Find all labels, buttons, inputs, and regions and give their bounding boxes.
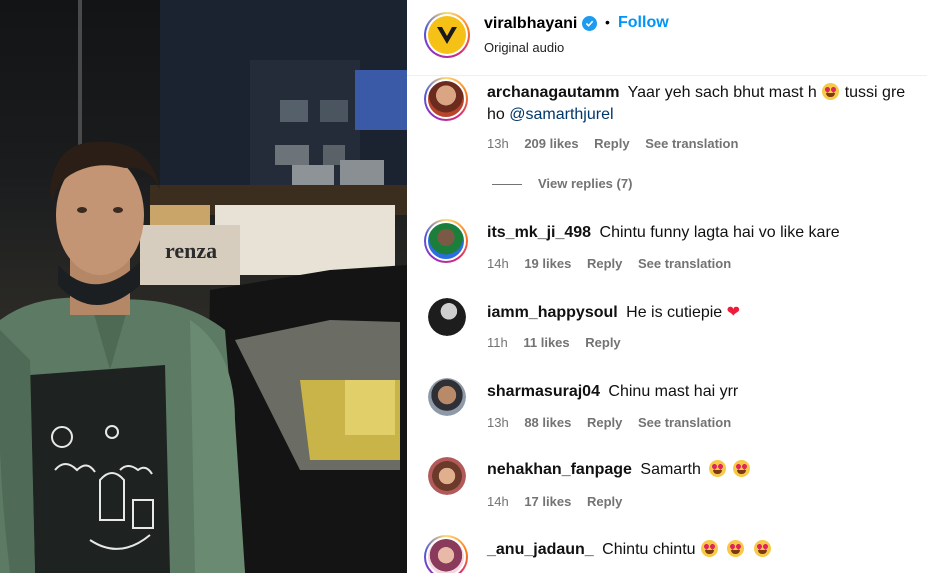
commenter-avatar[interactable] [428,457,466,495]
reply-button[interactable]: Reply [585,335,620,350]
comment-text: Samarth [640,461,701,478]
comment-text: He is cutiepie [626,304,723,321]
see-translation-button[interactable]: See translation [638,256,731,271]
comment-username[interactable]: archanagautamm [487,84,620,101]
reel-video[interactable]: renza [0,0,407,573]
commenter-avatar[interactable] [424,77,468,121]
comment-text: Yaar yeh sach bhut mast h [627,84,817,101]
reply-button[interactable]: Reply [587,494,622,509]
see-translation-button[interactable]: See translation [645,136,738,151]
comment-username[interactable]: its_mk_ji_498 [487,224,591,241]
comment-text: Chintu funny lagta hai vo like kare [599,224,840,241]
comment-username[interactable]: nehakhan_fanpage [487,461,632,478]
comment-text: Chinu mast hai yrr [608,383,739,400]
comment-username[interactable]: iamm_happysoul [487,304,618,321]
audio-label[interactable]: Original audio [484,40,564,55]
comment-time: 14h [487,494,509,509]
heart-eyes-emoji-icon [701,540,718,557]
comment-text: Chintu chintu [602,541,696,558]
comment-likes[interactable]: 11 likes [523,335,569,350]
comment-text-line2: ho [487,106,505,123]
verified-badge-icon [582,16,597,31]
reply-button[interactable]: Reply [594,136,629,151]
post-header: viralbhayani • Follow Original audio [407,0,927,76]
comment-time: 11h [487,335,508,350]
reply-button[interactable]: Reply [587,256,622,271]
comment-likes[interactable]: 19 likes [524,256,571,271]
comment-username[interactable]: _anu_jadaun_ [487,541,594,558]
heart-eyes-emoji-icon [753,540,771,557]
commenter-avatar[interactable] [424,219,468,263]
view-replies-button[interactable]: View replies (7) [492,176,632,191]
viral-logo-icon [437,27,457,44]
heart-eyes-emoji-icon [709,460,727,477]
comment-time: 14h [487,256,509,271]
comment-time: 13h [487,415,509,430]
reply-button[interactable]: Reply [587,415,622,430]
see-translation-button[interactable]: See translation [638,415,731,430]
heart-eyes-emoji-icon [822,83,840,100]
comment-likes[interactable]: 88 likes [524,415,571,430]
follow-button[interactable]: Follow [618,14,669,32]
separator-dot: • [605,14,610,30]
commenter-avatar[interactable] [428,378,466,416]
heart-eyes-emoji-icon [727,540,745,557]
comment-username[interactable]: sharmasuraj04 [487,383,600,400]
commenter-avatar[interactable] [424,535,468,573]
comment-likes[interactable]: 17 likes [524,494,571,509]
comment-time: 13h [487,136,509,151]
red-heart-icon: ❤ [726,304,741,321]
heart-eyes-emoji-icon [732,460,750,477]
video-frame: renza [0,0,407,573]
comment-likes[interactable]: 209 likes [524,136,578,151]
mention-link[interactable]: @samarthjurel [509,106,613,123]
comment-text-tail: tussi gre [844,84,906,101]
account-avatar[interactable] [424,12,470,58]
comments-panel: viralbhayani • Follow Original audio arc… [407,0,927,573]
shop-sign: renza [165,238,217,263]
account-username[interactable]: viralbhayani [484,15,577,33]
commenter-avatar[interactable] [428,298,466,336]
